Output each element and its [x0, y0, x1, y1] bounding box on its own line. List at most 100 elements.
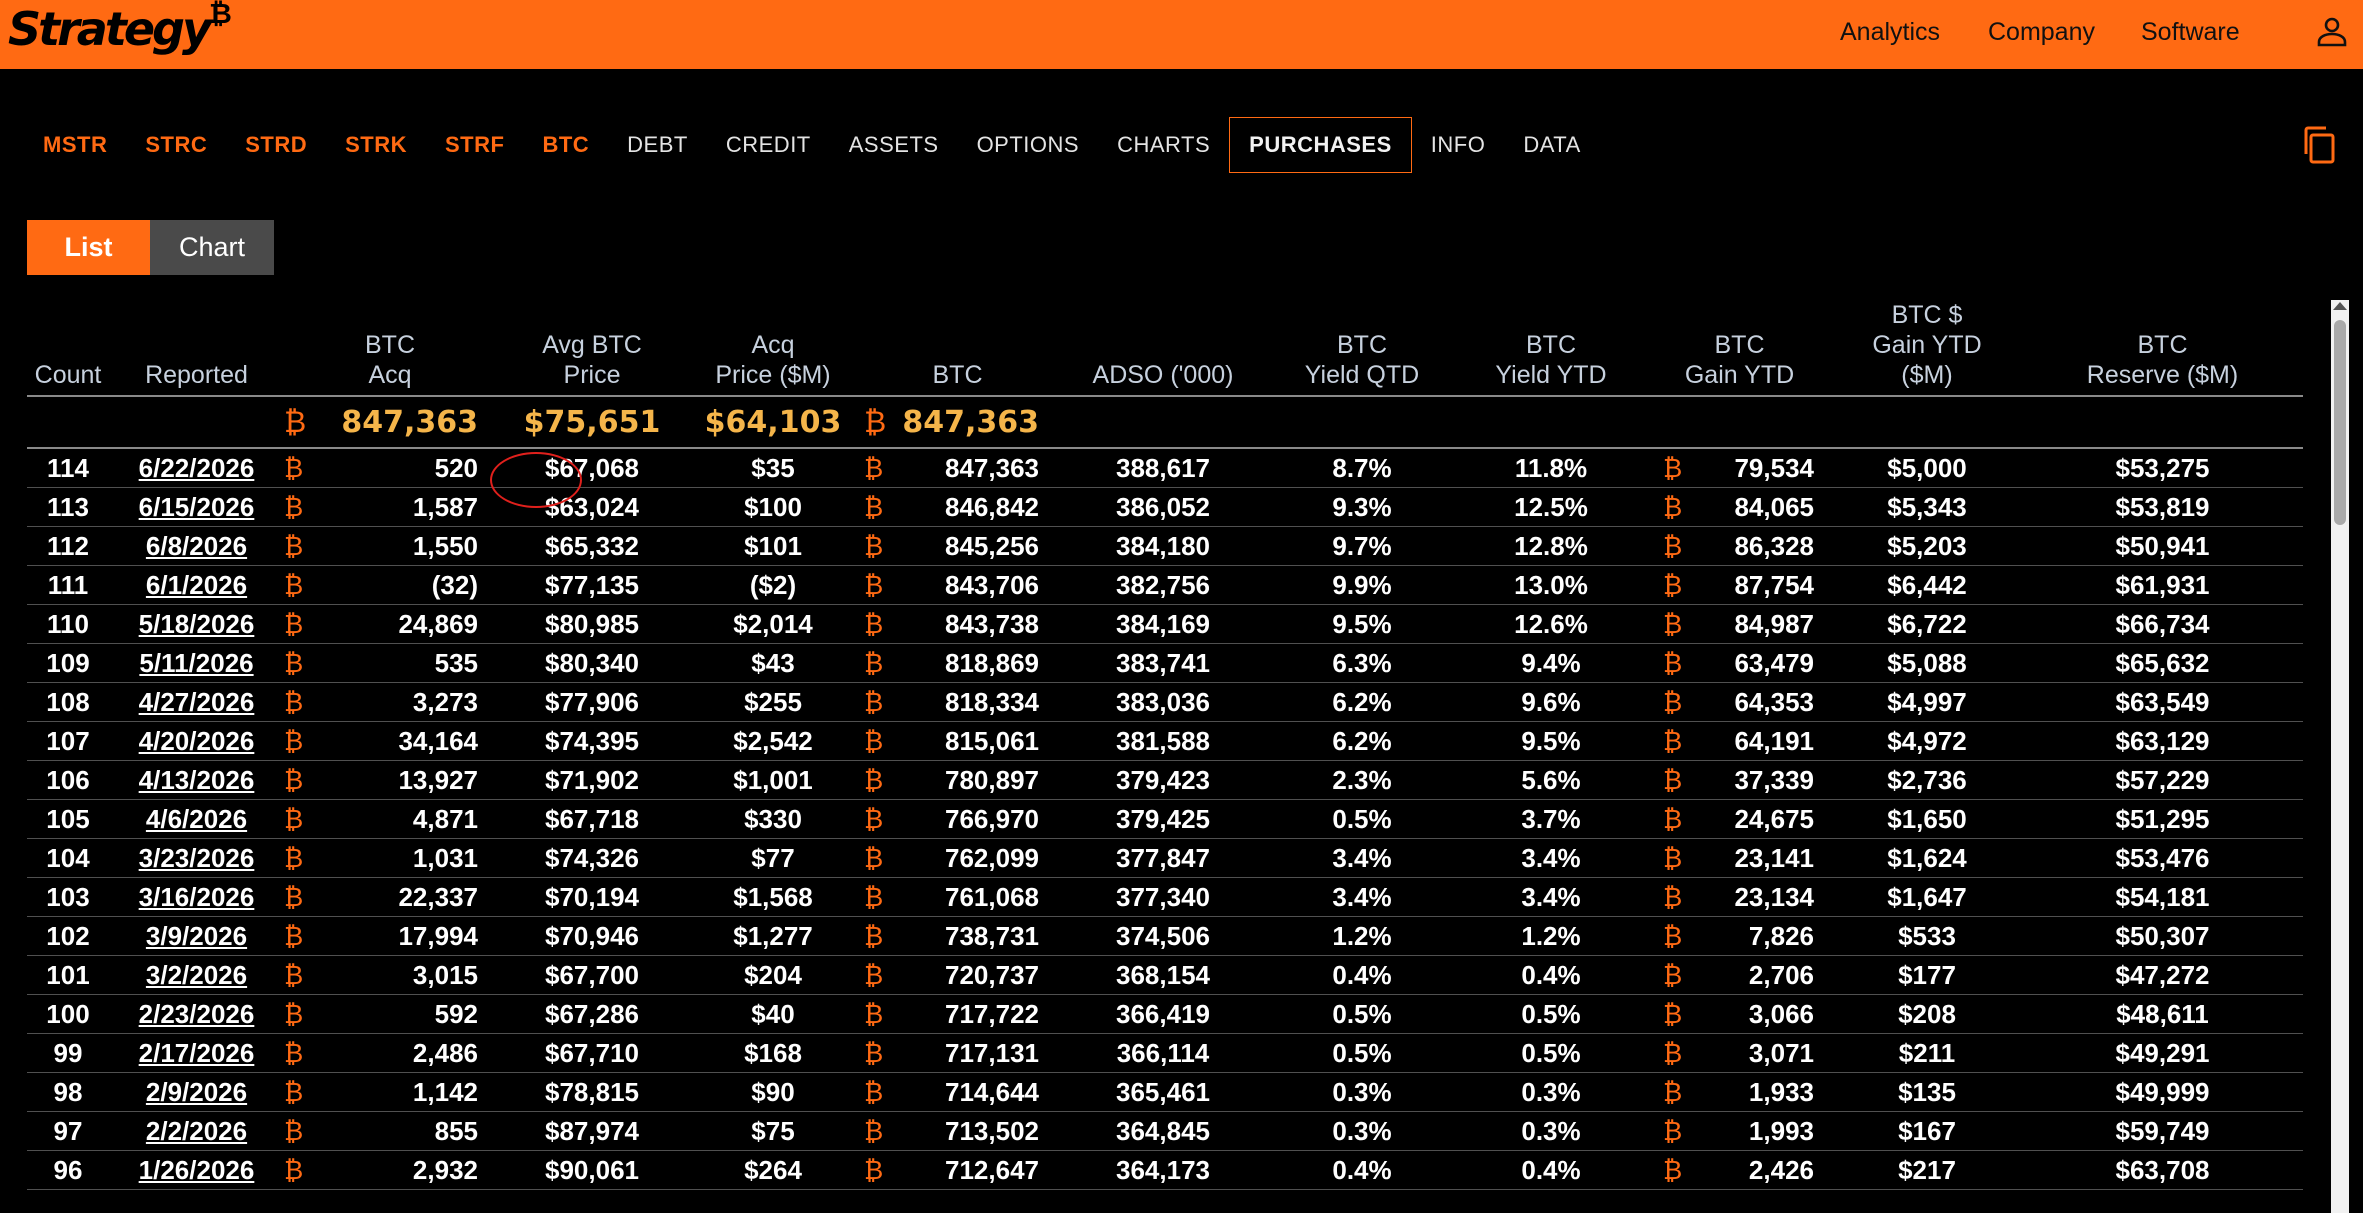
nav-company-label[interactable]: Company [1988, 18, 2095, 47]
reported-date-link[interactable]: 2/9/2026 [146, 1077, 247, 1107]
value-cell: 13.0% [1455, 565, 1647, 605]
tab-strf[interactable]: STRF [426, 117, 523, 173]
reported-date-link[interactable]: 5/11/2026 [139, 648, 253, 678]
value-cell: 3.4% [1269, 877, 1455, 917]
btc-cell-inner: ₿ 843,738 [858, 609, 1039, 640]
reported-date-link[interactable]: 1/26/2026 [139, 1155, 255, 1185]
tab-charts[interactable]: CHARTS [1098, 117, 1229, 173]
nav-analytics[interactable]: Analytics [1840, 0, 1940, 64]
btc-cell: ₿ 4,871 [284, 799, 496, 839]
btc-cell-inner: ₿ 717,131 [858, 1038, 1039, 1069]
count-cell: 109 [27, 643, 109, 683]
btc-cell: ₿ 37,339 [1647, 760, 1832, 800]
value-cell: $204 [688, 955, 858, 995]
reported-date-link[interactable]: 3/9/2026 [146, 921, 247, 951]
column-header-line: ADSO ('000) [1092, 361, 1234, 389]
bitcoin-icon: ₿ [284, 530, 304, 561]
reported-date-link[interactable]: 4/27/2026 [139, 687, 255, 717]
btc-cell-inner: ₿ 845,256 [858, 531, 1039, 562]
tab-strd[interactable]: STRD [226, 117, 326, 173]
reported-date-link[interactable]: 6/8/2026 [146, 531, 247, 561]
btc-cell-inner: ₿ 520 [284, 453, 478, 484]
btc-cell-inner: ₿ 24,675 [1647, 804, 1814, 835]
btc-cell-inner: ₿ 22,337 [284, 882, 478, 913]
bitcoin-icon: ₿ [864, 1076, 884, 1107]
reported-date-link[interactable]: 6/15/2026 [139, 492, 255, 522]
reported-date-link[interactable]: 6/22/2026 [139, 453, 255, 483]
tab-credit[interactable]: CREDIT [707, 117, 830, 173]
count-cell: 111 [27, 565, 109, 605]
reported-date-link[interactable]: 4/20/2026 [139, 726, 255, 756]
count-cell: 113 [27, 487, 109, 527]
user-icon[interactable] [2316, 15, 2348, 47]
reported-date-link[interactable]: 3/23/2026 [139, 843, 255, 873]
btc-value: 855 [434, 1115, 478, 1146]
column-header-line: BTC [932, 361, 983, 389]
table-row: 107 4/20/2026 ₿ 34,164 $74,395 $2,542 ₿ 815,061… [27, 721, 2303, 761]
btc-value: 1,550 [412, 530, 478, 561]
reported-date-link[interactable]: 5/18/2026 [139, 609, 255, 639]
reported-date-link[interactable]: 2/23/2026 [139, 999, 255, 1029]
nav-software-label[interactable]: Software [2141, 18, 2240, 47]
bitcoin-icon: ₿ [1663, 1037, 1683, 1068]
btc-cell-inner: ₿ 4,871 [284, 804, 478, 835]
count-cell: 110 [27, 604, 109, 644]
btc-cell-inner: ₿ 24,869 [284, 609, 478, 640]
table-row: 112 6/8/2026 ₿ 1,550 $65,332 $101 ₿ 845,256 384,… [27, 526, 2303, 566]
btc-value: 24,675 [1734, 803, 1814, 834]
reported-date-link[interactable]: 3/2/2026 [146, 960, 247, 990]
btc-value: 815,061 [945, 725, 1039, 756]
reported-date-link[interactable]: 4/13/2026 [139, 765, 255, 795]
reported-date-link[interactable]: 4/6/2026 [146, 804, 247, 834]
nav-company[interactable]: Company [1988, 0, 2095, 64]
logo-text: Strategy [8, 2, 212, 56]
chart-view-button[interactable]: Chart [150, 220, 274, 275]
reported-date-link[interactable]: 3/16/2026 [139, 882, 255, 912]
tab-mstr[interactable]: MSTR [24, 117, 126, 173]
reported-cell: 3/9/2026 [109, 916, 284, 956]
value-cell: 6.2% [1269, 721, 1455, 761]
view-toggle: List Chart [27, 220, 274, 275]
btc-value: 1,142 [412, 1076, 478, 1107]
bitcoin-icon: ₿ [864, 803, 884, 834]
reported-date-link[interactable]: 6/1/2026 [146, 570, 247, 600]
reported-date-link[interactable]: 2/2/2026 [146, 1116, 247, 1146]
tab-btc[interactable]: BTC [523, 117, 608, 173]
tab-purchases[interactable]: PURCHASES [1229, 117, 1412, 173]
tab-assets[interactable]: ASSETS [830, 117, 958, 173]
btc-value: 766,970 [945, 803, 1039, 834]
btc-cell-inner: ₿ 1,142 [284, 1077, 478, 1108]
reported-cell: 1/26/2026 [109, 1150, 284, 1190]
scroll-up-arrow[interactable] [2333, 302, 2347, 310]
value-cell: 0.4% [1269, 1150, 1455, 1190]
btc-value: 63,479 [1734, 647, 1814, 678]
strategy-logo[interactable]: Strategy₿ [8, 0, 232, 56]
tab-strc[interactable]: STRC [126, 117, 226, 173]
list-view-button[interactable]: List [27, 220, 150, 275]
btc-value: 24,869 [398, 608, 478, 639]
btc-value: 2,932 [412, 1154, 478, 1185]
column-header: BTC [858, 300, 1057, 397]
copy-icon[interactable] [2302, 126, 2336, 164]
tab-info[interactable]: INFO [1412, 117, 1505, 173]
tab-debt[interactable]: DEBT [608, 117, 707, 173]
nav-software[interactable]: Software [2141, 0, 2240, 64]
count-cell: 106 [27, 760, 109, 800]
column-header-line: Reported [145, 361, 248, 389]
btc-value: 23,134 [1734, 881, 1814, 912]
scrollbar-thumb[interactable] [2334, 320, 2346, 525]
table-row: 104 3/23/2026 ₿ 1,031 $74,326 $77 ₿ 762,099 377,… [27, 838, 2303, 878]
nav-analytics-label[interactable]: Analytics [1840, 18, 1940, 47]
value-cell: $208 [1832, 994, 2022, 1034]
tab-data[interactable]: DATA [1504, 117, 1599, 173]
reported-date-link[interactable]: 2/17/2026 [139, 1038, 255, 1068]
value-cell: 0.4% [1269, 955, 1455, 995]
value-cell: $71,902 [496, 760, 688, 800]
value-cell: 374,506 [1057, 916, 1269, 956]
tab-options[interactable]: OPTIONS [958, 117, 1099, 173]
value-cell: $70,946 [496, 916, 688, 956]
tab-strk[interactable]: STRK [326, 117, 426, 173]
value-cell: $1,277 [688, 916, 858, 956]
btc-cell: ₿ 84,065 [1647, 487, 1832, 527]
value-cell: $177 [1832, 955, 2022, 995]
